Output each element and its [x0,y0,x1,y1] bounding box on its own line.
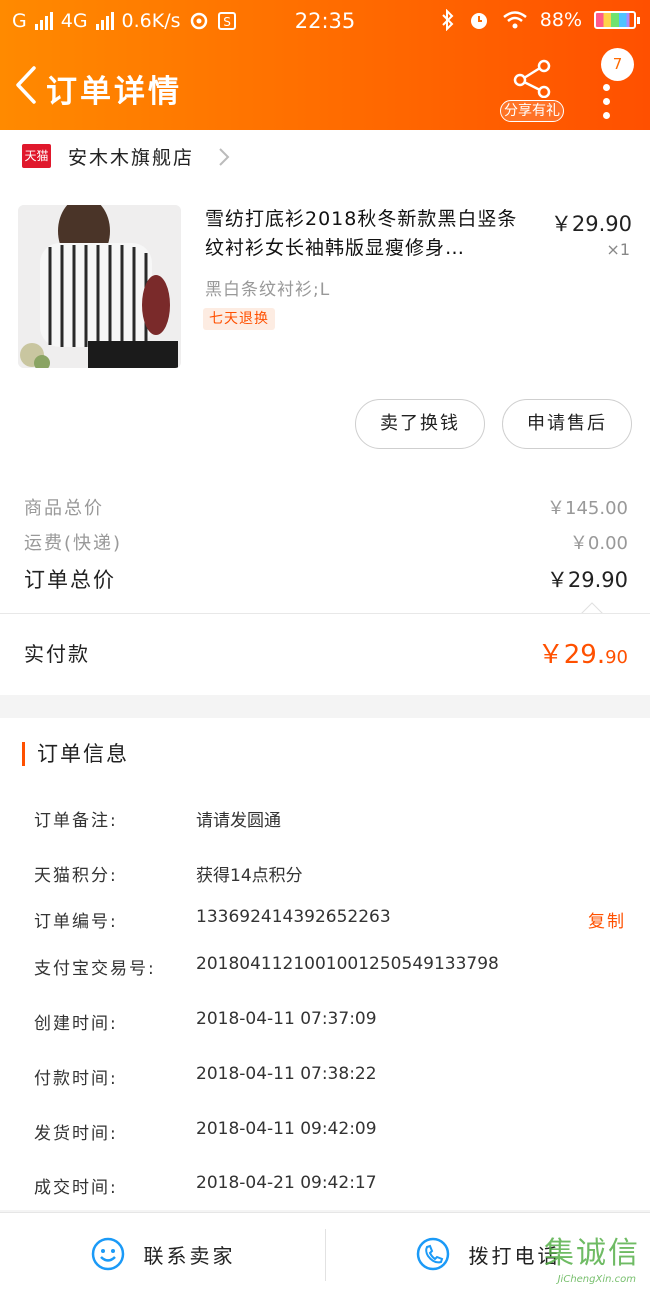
app-header: G 4G 0.6K/s S 22:35 88% 订单详情 分享有礼 7 [0,0,650,130]
shop-name[interactable]: 安木木旗舰店 [68,143,194,170]
info-value: 获得14点积分 [196,866,303,886]
contact-seller-button[interactable]: 联系卖家 [0,1213,325,1294]
goods-total-label: 商品总价 [24,498,104,519]
battery-percent: 88% [539,9,582,31]
nav-bar: 订单详情 分享有礼 [0,48,650,128]
shipping-label: 运费(快递) [24,533,123,554]
info-key: 成交时间: [34,1178,118,1198]
info-value: 2018041121001001250549133798 [196,954,499,974]
paid-amount-cents: 90 [605,647,628,668]
product-image[interactable] [18,205,181,368]
share-icon [513,59,551,98]
paid-amount-main: ￥29. [537,640,606,670]
contact-seller-label: 联系卖家 [143,1243,236,1268]
info-key: 支付宝交易号: [34,959,156,979]
shop-row[interactable]: 天猫 安木木旗舰店 [0,130,650,182]
shipping-value: ￥0.00 [569,533,628,554]
alarm-icon [470,13,487,29]
info-key: 创建时间: [34,1014,118,1034]
order-total-label: 订单总价 [24,568,116,592]
info-key: 付款时间: [34,1069,118,1089]
message-count-badge[interactable]: 7 [601,48,634,81]
product-item[interactable]: 雪纺打底衫2018秋冬新款黑白竖条纹衬衫女长袖韩版显瘦修身… ￥29.90 ×1… [0,200,650,380]
battery-icon [594,11,640,29]
more-menu-icon[interactable] [603,84,611,126]
status-right: 88% [440,9,640,31]
page-title: 订单详情 [46,74,182,110]
product-price: ￥29.90 [550,212,632,236]
order-total-value: ￥29.90 [546,568,628,592]
share-button[interactable]: 分享有礼 [498,58,566,122]
info-value: 请请发圆通 [196,811,281,831]
info-value: 2018-04-11 07:37:09 [196,1009,377,1029]
order-info-title: 订单信息 [22,742,129,766]
divider [0,613,650,614]
product-photo [18,205,181,368]
tmall-logo: 天猫 [22,144,51,168]
paid-amount: ￥29.90 [538,634,628,671]
sell-for-cash-button[interactable]: 卖了换钱 [355,399,485,449]
watermark-url: JiChengXin.com [557,1274,636,1285]
info-value: 2018-04-11 07:38:22 [196,1064,377,1084]
share-label: 分享有礼 [500,100,564,122]
wifi-icon [502,11,527,29]
info-value: 2018-04-11 09:42:09 [196,1119,377,1139]
watermark-logo: 集诚信 [544,1236,640,1271]
info-key: 发货时间: [34,1124,118,1144]
product-sku: 黑白条纹衬衫;L [205,280,331,300]
product-title[interactable]: 雪纺打底衫2018秋冬新款黑白竖条纹衬衫女长袖韩版显瘦修身… [205,205,535,263]
status-bar: G 4G 0.6K/s S 22:35 88% [0,0,650,44]
bluetooth-icon [442,9,454,31]
return-policy-tag: 七天退换 [203,308,275,330]
info-key: 订单编号: [34,912,118,932]
back-arrow-icon[interactable] [10,62,40,108]
paid-label: 实付款 [24,642,90,666]
info-key: 订单备注: [34,811,118,831]
copy-order-number-button[interactable]: 复制 [588,907,626,932]
info-value[interactable]: 133692414392652263 [196,907,391,927]
info-value: 2018-04-21 09:42:17 [196,1173,377,1193]
phone-icon [416,1237,449,1271]
chevron-right-icon [219,148,230,166]
order-card: 天猫 安木木旗舰店 雪纺打底衫2018秋冬新款黑白竖条纹衬衫女长袖韩版显瘦修身…… [0,130,650,695]
request-aftersale-button[interactable]: 申请售后 [502,399,632,449]
order-info-section: 订单信息 订单备注: 请请发圆通 天猫积分: 获得14点积分 订单编号: 133… [0,718,650,1210]
product-quantity: ×1 [606,240,630,259]
goods-total-value: ￥145.00 [547,498,628,519]
chat-smile-icon [91,1237,124,1271]
info-key: 天猫积分: [34,866,118,886]
